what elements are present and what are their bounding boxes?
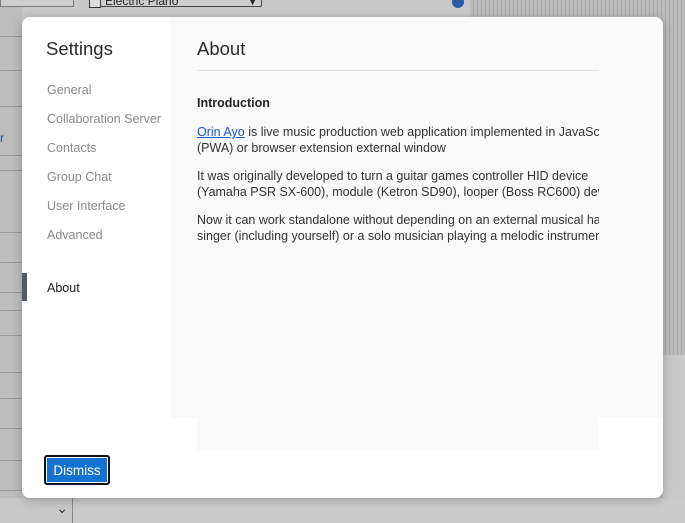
intro-text: is live music production web application… xyxy=(244,125,599,139)
intro-text: (Yamaha PSR SX-600), module (Ketron SD90… xyxy=(197,185,599,199)
title-divider xyxy=(197,70,599,71)
intro-text: Now it can work standalone without depen… xyxy=(197,213,599,227)
sidebar-item-group-chat[interactable]: Group Chat xyxy=(47,170,112,184)
sidebar-item-contacts[interactable]: Contacts xyxy=(47,141,96,155)
background-bottom-bar xyxy=(72,498,685,523)
background-partial-text: r xyxy=(0,131,4,145)
chevron-down-icon: ⌄ xyxy=(56,500,68,516)
intro-paragraph-3: Now it can work standalone without depen… xyxy=(197,212,599,244)
orin-ayo-link[interactable]: Orin Ayo xyxy=(197,125,245,139)
intro-paragraph-1: Orin Ayo is live music production web ap… xyxy=(197,124,599,156)
intro-paragraph-2: It was originally developed to turn a gu… xyxy=(197,168,599,200)
background-instrument-select: Electric Piano ▼ xyxy=(100,0,262,7)
settings-sidebar: Settings General Collaboration Server Co… xyxy=(22,17,171,418)
chevron-down-icon: ▼ xyxy=(248,0,257,7)
content-footer xyxy=(197,418,599,450)
sidebar-item-general[interactable]: General xyxy=(47,83,91,97)
section-heading-introduction: Introduction xyxy=(197,96,270,110)
intro-text: singer (including yourself) or a solo mu… xyxy=(197,229,599,243)
settings-dialog: Settings General Collaboration Server Co… xyxy=(22,17,663,498)
intro-text: (PWA) or browser extension external wind… xyxy=(197,141,446,155)
settings-title: Settings xyxy=(46,38,113,59)
background-indicator-dot xyxy=(452,0,464,8)
sidebar-item-advanced[interactable]: Advanced xyxy=(47,228,103,242)
intro-text: It was originally developed to turn a gu… xyxy=(197,169,589,183)
background-select-value: Electric Piano xyxy=(105,0,179,8)
background-top-cell xyxy=(0,0,74,7)
sidebar-item-about[interactable]: About xyxy=(47,281,80,295)
sidebar-item-collaboration-server[interactable]: Collaboration Server xyxy=(47,112,161,126)
dismiss-button[interactable]: Dismiss xyxy=(44,455,110,485)
background-left-column: r xyxy=(0,0,22,523)
background-bottom-select: ⌄ xyxy=(0,498,72,523)
sidebar-item-user-interface[interactable]: User Interface xyxy=(47,199,126,213)
page-title: About xyxy=(197,38,246,59)
about-content: About Introduction Orin Ayo is live musi… xyxy=(197,17,599,418)
active-item-indicator xyxy=(22,273,27,301)
about-panel: About Introduction Orin Ayo is live musi… xyxy=(171,17,663,418)
